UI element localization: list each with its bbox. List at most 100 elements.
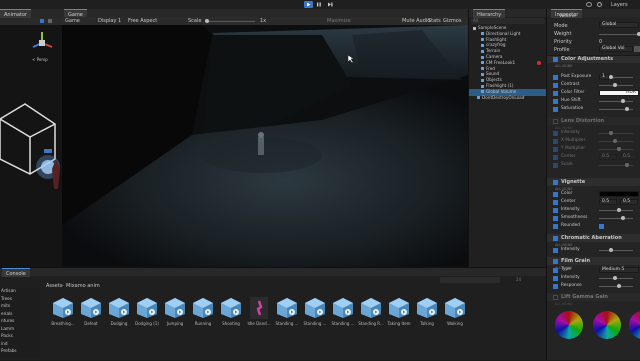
type-dropdown[interactable]: Medium 5 [599,267,639,273]
property-slider[interactable] [599,83,633,87]
animation-asset-icon [52,297,74,319]
asset-item[interactable]: Dodging [106,297,132,333]
color-adjustments-toggle[interactable] [553,56,558,62]
override-checkbox[interactable] [553,83,558,88]
property-label: Intensity [561,275,580,280]
override-checkbox[interactable] [553,139,558,144]
weight-slider[interactable] [599,32,640,36]
override-checkbox[interactable] [553,155,558,160]
override-checkbox[interactable] [553,192,558,197]
layers-dropdown[interactable]: Layers [611,2,628,8]
property-label: Saturation [561,106,584,111]
property-slider[interactable] [599,248,633,252]
override-checkbox[interactable] [553,200,558,205]
lens-distortion-rows: Intensity X Multiplier Y Multiplier Center 0… [547,130,640,175]
override-checkbox[interactable] [553,91,558,96]
profile-new-button[interactable] [634,46,640,52]
vignette-toggle[interactable] [553,179,558,185]
history-icon[interactable] [586,2,592,7]
slider-knob[interactable] [617,208,621,212]
override-checkbox[interactable] [553,208,558,213]
slider-knob[interactable] [609,131,613,135]
profile-field[interactable]: Global Vol [599,46,633,52]
slider-knob[interactable] [613,83,617,87]
slider-knob[interactable] [609,75,613,79]
property-slider[interactable] [599,208,633,212]
slider-knob[interactable] [621,99,625,103]
asset-item[interactable]: Running [190,297,216,333]
chromatic-toggle[interactable] [553,235,558,241]
asset-item[interactable]: Talking [414,297,440,333]
property-slider[interactable] [599,139,633,143]
color-wheel-lift[interactable] [555,311,583,339]
all-none-label[interactable]: ALL NONE [555,64,573,68]
asset-item[interactable]: Shooting [218,297,244,333]
slider-knob[interactable] [609,248,613,252]
search-icon[interactable] [597,2,602,7]
asset-label: Shooting [222,321,240,326]
value-field[interactable]: 1 [599,74,609,80]
asset-item[interactable]: Standing ... [330,297,356,333]
asset-item[interactable]: Standing ... [274,297,300,333]
film-grain-toggle[interactable] [553,258,558,264]
slider-knob[interactable] [625,163,629,167]
animation-asset-icon [388,297,410,319]
property-label: Response [561,283,582,288]
asset-item[interactable]: Idle Dand... [246,297,272,333]
override-checkbox[interactable] [553,284,558,289]
slider-knob[interactable] [621,216,625,220]
property-label: Intensity [561,130,580,135]
color-wheel-gain[interactable] [629,311,640,339]
slider-knob[interactable] [625,107,629,111]
override-checkbox[interactable] [553,131,558,136]
override-checkbox[interactable] [553,75,558,80]
override-checkbox[interactable] [553,163,558,168]
vector-y-field[interactable]: 0.5 [620,199,638,205]
asset-item[interactable]: Walking [442,297,468,333]
vector-x-field[interactable]: 0.5 [599,154,617,160]
vector-x-field[interactable]: 0.5 [599,199,617,205]
property-slider[interactable] [599,216,633,220]
asset-item[interactable]: Standing R... [358,297,384,333]
property-slider[interactable] [599,163,633,167]
override-checkbox[interactable] [553,224,558,229]
vignette-rows: Color Center 0.5 0.5 Intensity Smoothness Roun… [547,191,640,236]
asset-item[interactable]: Defeat [78,297,104,333]
override-checkbox[interactable] [553,216,558,221]
property-label: Hue Shift [561,98,581,103]
asset-item[interactable]: Standing ... [302,297,328,333]
rounded-checkbox[interactable] [599,224,604,229]
color-swatch[interactable]: HDR [599,90,639,96]
asset-item[interactable]: Dodging (1) [134,297,160,333]
mode-dropdown[interactable]: Global [599,22,639,28]
override-checkbox[interactable] [553,147,558,152]
color-swatch[interactable] [599,191,639,197]
color-wheel-gamma[interactable] [593,311,621,339]
all-none-label[interactable]: ALL NONE [555,302,573,306]
property-slider[interactable] [599,99,633,103]
lift-toggle[interactable] [553,294,558,300]
slider-knob[interactable] [617,284,621,288]
lens-distortion-toggle[interactable] [553,118,558,124]
property-label: X Multiplier [561,138,586,143]
override-checkbox[interactable] [553,107,558,112]
asset-item[interactable]: Taking Item [386,297,412,333]
asset-item[interactable]: Jumping [162,297,188,333]
property-slider[interactable] [599,107,633,111]
property-label: Color Filter [561,90,585,95]
override-checkbox[interactable] [553,276,558,281]
property-slider[interactable] [599,131,633,135]
animation-asset-icon [444,297,466,319]
priority-value[interactable]: 0 [599,39,602,45]
property-slider[interactable] [599,147,633,151]
property-slider[interactable] [599,284,633,288]
slider-knob[interactable] [613,276,617,280]
slider-knob[interactable] [617,147,621,151]
override-checkbox[interactable] [553,248,558,253]
override-checkbox[interactable] [553,99,558,104]
property-slider[interactable] [599,276,633,280]
vector-y-field[interactable]: 0.5 [620,154,638,160]
override-checkbox[interactable] [553,268,558,273]
asset-item[interactable]: Breathing... [50,297,76,333]
slider-knob[interactable] [613,139,617,143]
